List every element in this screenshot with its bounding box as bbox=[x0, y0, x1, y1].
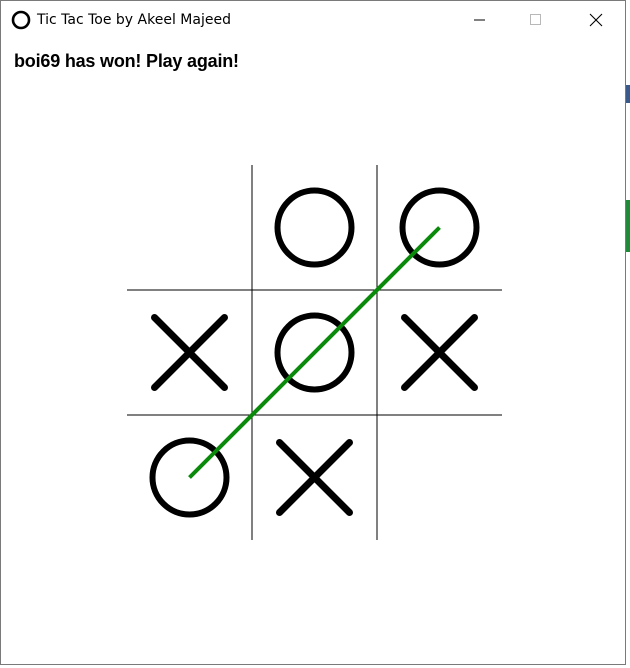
board-cell-2-2[interactable] bbox=[377, 415, 502, 540]
game-board bbox=[127, 165, 502, 540]
app-window: Tic Tac Toe by Akeel Majeed boi69 has wo… bbox=[0, 0, 626, 665]
board-cell-0-0[interactable] bbox=[127, 165, 252, 290]
background-window-edge bbox=[626, 200, 630, 252]
background-window-edge bbox=[626, 85, 630, 103]
board-cell-0-1[interactable] bbox=[252, 165, 377, 290]
